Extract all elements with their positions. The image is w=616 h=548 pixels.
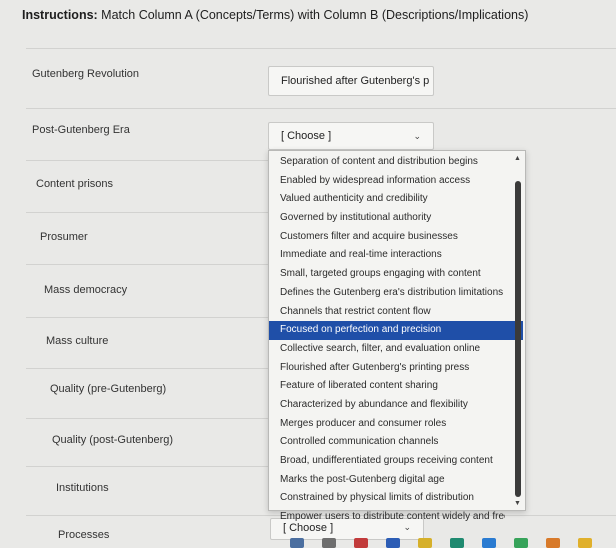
dropdown-option[interactable]: Defines the Gutenberg era's distribution… bbox=[269, 284, 505, 303]
row-divider bbox=[26, 160, 268, 161]
dropdown-option[interactable]: Collective search, filter, and evaluatio… bbox=[269, 340, 505, 359]
dropdown-options: Separation of content and distribution b… bbox=[269, 151, 525, 527]
dropdown-option[interactable]: Merges producer and consumer roles bbox=[269, 415, 505, 434]
app-icon[interactable] bbox=[322, 538, 336, 548]
browser-icon[interactable] bbox=[482, 538, 496, 548]
term-gutenberg-revolution: Gutenberg Revolution bbox=[32, 68, 140, 80]
answer-select-post-gutenberg-era[interactable]: [ Choose ] ⌄ bbox=[268, 122, 434, 150]
scrollbar-thumb[interactable] bbox=[515, 181, 521, 497]
term-prosumer: Prosumer bbox=[40, 231, 88, 243]
dropdown-option[interactable]: Flourished after Gutenberg's printing pr… bbox=[269, 359, 505, 378]
row-divider bbox=[26, 466, 268, 467]
dropdown-option[interactable]: Channels that restrict content flow bbox=[269, 303, 505, 322]
term-post-gutenberg-era: Post-Gutenberg Era bbox=[32, 124, 130, 136]
term-mass-democracy: Mass democracy bbox=[44, 284, 128, 296]
app-icon[interactable] bbox=[386, 538, 400, 548]
dropdown-option[interactable]: Small, targeted groups engaging with con… bbox=[269, 265, 505, 284]
dropdown-option[interactable]: Controlled communication channels bbox=[269, 433, 505, 452]
term-quality-post-gutenberg: Quality (post-Gutenberg) bbox=[52, 434, 174, 446]
answer-dropdown-list[interactable]: Separation of content and distribution b… bbox=[268, 150, 526, 522]
taskbar bbox=[0, 528, 616, 548]
app-icon[interactable] bbox=[450, 538, 464, 548]
dropdown-scrollbar[interactable]: ▲ ▼ bbox=[513, 155, 523, 507]
answer-select-value: Flourished after Gutenberg's p bbox=[281, 75, 430, 87]
mail-icon[interactable] bbox=[354, 538, 368, 548]
dropdown-option[interactable]: Immediate and real-time interactions bbox=[269, 246, 505, 265]
row-divider bbox=[26, 264, 268, 265]
dropdown-option[interactable]: Empower users to distribute content wide… bbox=[269, 508, 505, 527]
row-divider bbox=[26, 48, 616, 49]
dropdown-option[interactable]: Separation of content and distribution b… bbox=[269, 153, 505, 172]
dropdown-option[interactable]: Marks the post-Gutenberg digital age bbox=[269, 471, 505, 490]
instructions: Instructions: Match Column A (Concepts/T… bbox=[22, 8, 612, 22]
scroll-down-arrow-icon[interactable]: ▼ bbox=[514, 500, 521, 507]
dropdown-option[interactable]: Valued authenticity and credibility bbox=[269, 190, 505, 209]
dropdown-option[interactable]: Broad, undifferentiated groups receiving… bbox=[269, 452, 505, 471]
row-divider bbox=[26, 418, 268, 419]
term-quality-pre-gutenberg: Quality (pre-Gutenberg) bbox=[50, 383, 167, 395]
dropdown-option[interactable]: Constrained by physical limits of distri… bbox=[269, 489, 505, 508]
folder-icon[interactable] bbox=[418, 538, 432, 548]
chevron-down-icon: ⌄ bbox=[413, 130, 421, 141]
instructions-text: Match Column A (Concepts/Terms) with Col… bbox=[97, 8, 529, 22]
term-content-prisons: Content prisons bbox=[36, 178, 114, 190]
row-divider bbox=[26, 212, 268, 213]
app-icon[interactable] bbox=[546, 538, 560, 548]
term-mass-culture: Mass culture bbox=[46, 335, 109, 347]
answer-select-gutenberg-revolution[interactable]: Flourished after Gutenberg's p ⌄ bbox=[268, 66, 434, 96]
app-icon[interactable] bbox=[514, 538, 528, 548]
app-icon[interactable] bbox=[290, 538, 304, 548]
dropdown-option[interactable]: Governed by institutional authority bbox=[269, 209, 505, 228]
scroll-up-arrow-icon[interactable]: ▲ bbox=[514, 155, 521, 162]
row-divider bbox=[26, 317, 268, 318]
answer-select-value: [ Choose ] bbox=[281, 130, 332, 142]
instructions-lead: Instructions: bbox=[22, 8, 98, 22]
dropdown-option-selected[interactable]: Focused on perfection and precision bbox=[269, 321, 523, 340]
app-icon[interactable] bbox=[578, 538, 592, 548]
row-divider bbox=[26, 368, 268, 369]
term-institutions: Institutions bbox=[56, 482, 109, 494]
dropdown-option[interactable]: Characterized by abundance and flexibili… bbox=[269, 396, 505, 415]
dropdown-option[interactable]: Feature of liberated content sharing bbox=[269, 377, 505, 396]
dropdown-option[interactable]: Enabled by widespread information access bbox=[269, 172, 505, 191]
dropdown-option[interactable]: Customers filter and acquire businesses bbox=[269, 228, 505, 247]
row-divider bbox=[26, 108, 616, 109]
